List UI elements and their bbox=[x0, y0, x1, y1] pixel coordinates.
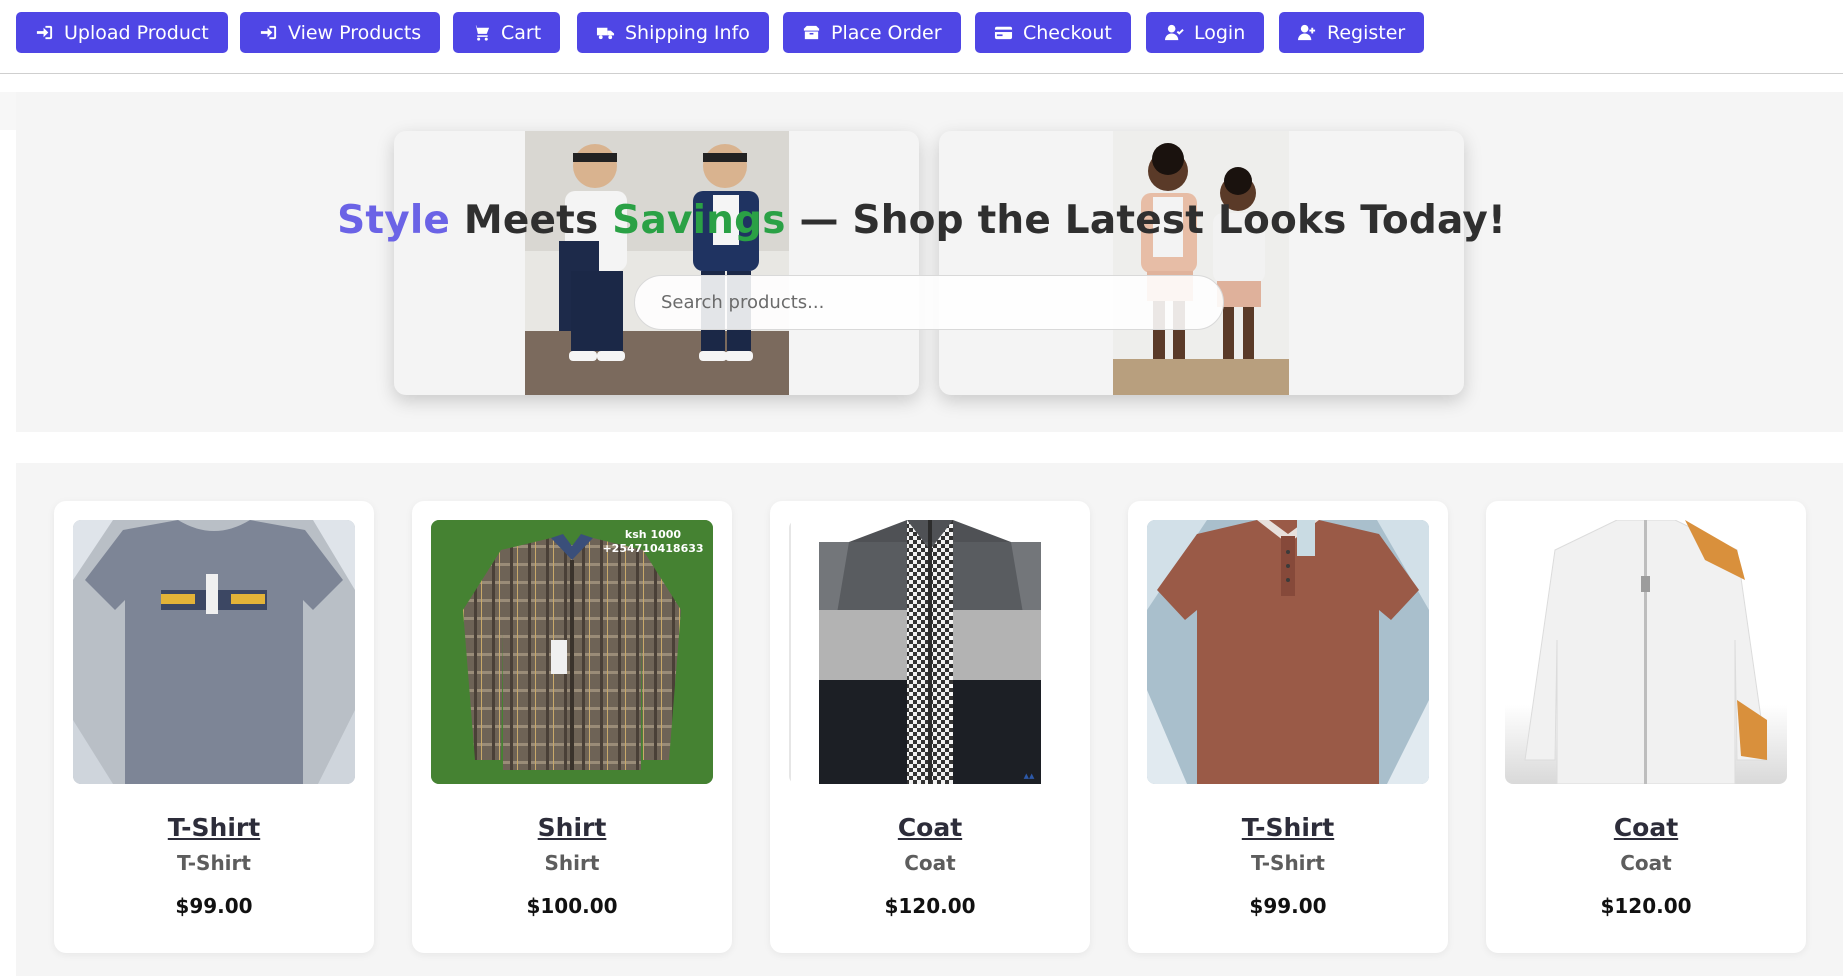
user-plus-icon bbox=[1298, 23, 1317, 42]
hero-section bbox=[16, 92, 1843, 432]
hero-image-girls bbox=[1113, 131, 1289, 395]
credit-card-icon bbox=[994, 23, 1013, 42]
product-category: Coat bbox=[1620, 851, 1672, 875]
search-input[interactable] bbox=[634, 275, 1224, 330]
product-price: $99.00 bbox=[175, 894, 253, 918]
hero-image-boys bbox=[525, 131, 789, 395]
upload-product-button[interactable]: Upload Product bbox=[16, 12, 228, 53]
top-navbar: Upload Product View Products Cart Shippi… bbox=[0, 0, 1843, 74]
sign-in-icon bbox=[35, 23, 54, 42]
cart-button[interactable]: Cart bbox=[453, 12, 561, 53]
product-image-grey-tshirt[interactable] bbox=[73, 520, 355, 784]
user-check-icon bbox=[1165, 23, 1184, 42]
search-bar bbox=[634, 275, 1224, 330]
shipping-info-label: Shipping Info bbox=[625, 21, 750, 44]
place-order-label: Place Order bbox=[831, 21, 942, 44]
product-image-brown-polo[interactable] bbox=[1147, 520, 1429, 784]
checkout-label: Checkout bbox=[1023, 21, 1112, 44]
register-button[interactable]: Register bbox=[1279, 12, 1425, 53]
shipping-icon bbox=[596, 23, 615, 42]
product-image-white-zip-sweater[interactable] bbox=[1505, 520, 1787, 784]
hero-banner-right bbox=[939, 131, 1464, 395]
register-label: Register bbox=[1327, 21, 1406, 44]
box-open-icon bbox=[802, 23, 821, 42]
product-price: $120.00 bbox=[884, 894, 976, 918]
product-name[interactable]: Coat bbox=[770, 813, 1090, 842]
product-name[interactable]: Coat bbox=[1486, 813, 1806, 842]
product-name[interactable]: T-Shirt bbox=[1128, 813, 1448, 842]
product-category: T-Shirt bbox=[1251, 851, 1325, 875]
svg-text:▲▲: ▲▲ bbox=[1024, 772, 1035, 780]
image-phone-tag: +254710418633 bbox=[602, 542, 703, 555]
product-image-knit-cardigan[interactable]: ▲▲ bbox=[789, 520, 1071, 784]
login-button[interactable]: Login bbox=[1146, 12, 1265, 53]
place-order-button[interactable]: Place Order bbox=[783, 12, 961, 53]
cart-label: Cart bbox=[501, 21, 542, 44]
cart-icon bbox=[472, 23, 491, 42]
product-category: Coat bbox=[904, 851, 956, 875]
login-label: Login bbox=[1194, 21, 1246, 44]
product-card[interactable]: ▲▲ Coat Coat $120.00 bbox=[770, 501, 1090, 953]
product-image-plaid-shirt[interactable]: ksh 1000 +254710418633 bbox=[431, 520, 713, 784]
product-price: $100.00 bbox=[526, 894, 618, 918]
view-products-label: View Products bbox=[288, 21, 422, 44]
image-price-tag: ksh 1000 bbox=[625, 528, 681, 541]
product-price: $99.00 bbox=[1249, 894, 1327, 918]
product-card[interactable]: ksh 1000 +254710418633 Shirt Shirt $100.… bbox=[412, 501, 732, 953]
hero-banner-left bbox=[394, 131, 919, 395]
product-name[interactable]: Shirt bbox=[412, 813, 732, 842]
product-card[interactable]: T-Shirt T-Shirt $99.00 bbox=[54, 501, 374, 953]
checkout-button[interactable]: Checkout bbox=[975, 12, 1131, 53]
product-card[interactable]: T-Shirt T-Shirt $99.00 bbox=[1128, 501, 1448, 953]
shipping-info-button[interactable]: Shipping Info bbox=[577, 12, 769, 53]
view-products-button[interactable]: View Products bbox=[240, 12, 441, 53]
product-category: T-Shirt bbox=[177, 851, 251, 875]
upload-product-label: Upload Product bbox=[64, 21, 209, 44]
sign-in-icon bbox=[259, 23, 278, 42]
product-name[interactable]: T-Shirt bbox=[54, 813, 374, 842]
product-card[interactable]: Coat Coat $120.00 bbox=[1486, 501, 1806, 953]
product-price: $120.00 bbox=[1600, 894, 1692, 918]
product-category: Shirt bbox=[544, 851, 600, 875]
